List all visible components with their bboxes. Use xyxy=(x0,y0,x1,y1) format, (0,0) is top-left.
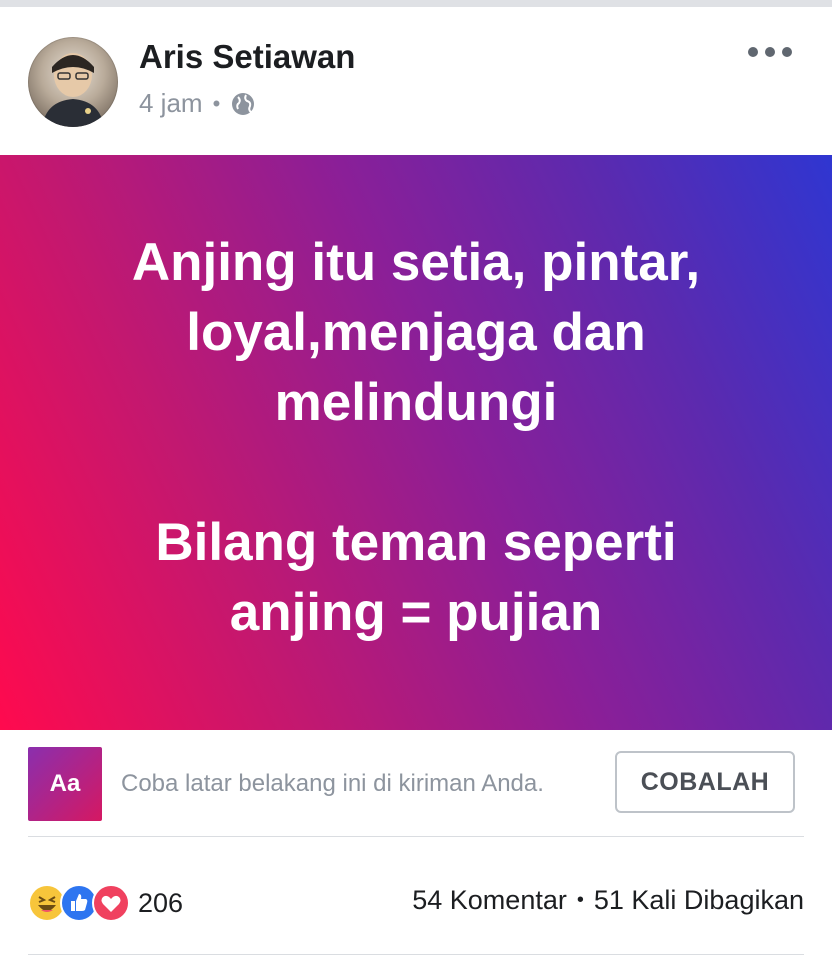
post-time[interactable]: 4 jam xyxy=(139,88,203,119)
post-text: Anjing itu setia, pintar, loyal,menjaga … xyxy=(131,232,701,642)
divider xyxy=(28,954,804,955)
reactions-summary[interactable]: 206 xyxy=(28,884,183,922)
post-stats: 54 Komentar • 51 Kali Dibagikan xyxy=(412,885,804,916)
background-thumbnail[interactable]: Aa xyxy=(28,747,102,821)
avatar-image xyxy=(42,53,104,127)
top-divider xyxy=(0,0,832,7)
try-button[interactable]: COBALAH xyxy=(615,751,795,813)
globe-icon xyxy=(232,92,255,115)
shares-link[interactable]: 51 Kali Dibagikan xyxy=(594,885,804,916)
post-background: Anjing itu setia, pintar, loyal,menjaga … xyxy=(0,155,832,730)
avatar[interactable] xyxy=(28,37,118,127)
thumbnail-label: Aa xyxy=(49,770,81,797)
more-options-icon[interactable] xyxy=(748,40,792,64)
stats-separator: • xyxy=(576,889,584,911)
divider xyxy=(28,836,804,837)
reaction-count: 206 xyxy=(138,887,184,918)
try-background-text: Coba latar belakang ini di kiriman Anda. xyxy=(121,770,544,797)
meta-separator: • xyxy=(212,90,221,116)
comments-link[interactable]: 54 Komentar xyxy=(412,885,567,916)
love-icon xyxy=(92,884,130,922)
author-name[interactable]: Aris Setiawan xyxy=(139,38,355,76)
post-meta: 4 jam • xyxy=(139,88,256,119)
